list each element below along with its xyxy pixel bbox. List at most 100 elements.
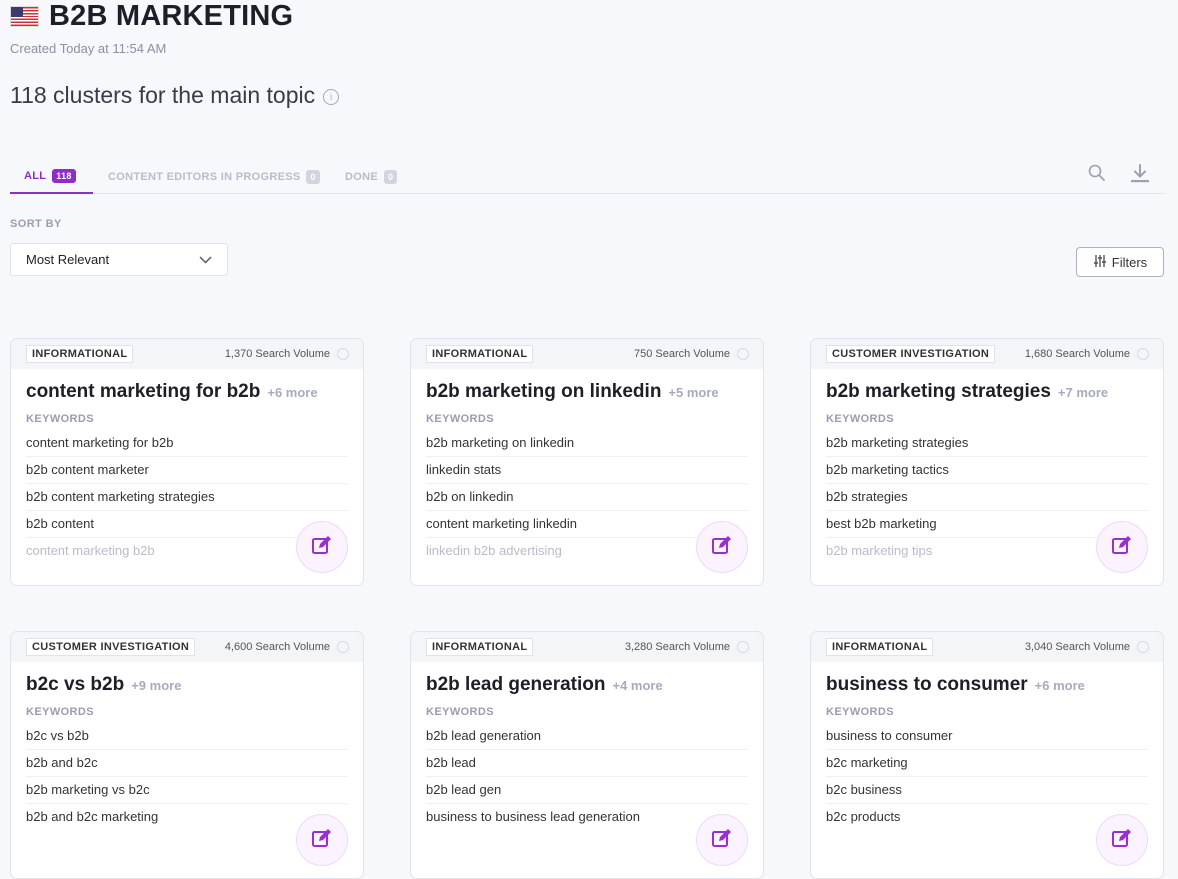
tab-done[interactable]: DONE 0 (345, 160, 398, 193)
keyword-item: b2c marketing (826, 750, 1148, 777)
edit-icon (311, 534, 333, 561)
sliders-icon (1093, 254, 1107, 271)
volume-indicator-icon (737, 348, 749, 360)
volume-indicator-icon (737, 641, 749, 653)
sort-selected-value: Most Relevant (26, 252, 110, 267)
sort-by-label: SORT BY (10, 218, 62, 230)
keyword-item: b2b lead gen (426, 777, 748, 804)
tab-label: CONTENT EDITORS IN PROGRESS (108, 170, 301, 183)
volume-indicator-icon (337, 641, 349, 653)
tab-count-badge: 118 (52, 169, 76, 183)
cluster-card[interactable]: CUSTOMER INVESTIGATION 4,600 Search Volu… (10, 631, 364, 879)
info-icon[interactable]: i (323, 88, 340, 105)
keyword-item: b2b marketing strategies (826, 430, 1148, 457)
more-keywords-count[interactable]: +9 more (131, 678, 181, 693)
search-icon[interactable] (1087, 163, 1109, 185)
cluster-title[interactable]: b2b marketing strategies (826, 381, 1051, 403)
cluster-card[interactable]: INFORMATIONAL 750 Search Volume b2b mark… (410, 338, 764, 586)
edit-cluster-button[interactable] (1096, 814, 1148, 866)
more-keywords-count[interactable]: +6 more (1035, 678, 1085, 693)
sort-select[interactable]: Most Relevant (10, 243, 228, 276)
edit-icon (1111, 827, 1133, 854)
keyword-item: b2b lead generation (426, 723, 748, 750)
cluster-title[interactable]: b2b lead generation (426, 674, 605, 696)
search-volume: 1,370 Search Volume (224, 348, 330, 360)
edit-cluster-button[interactable] (296, 521, 348, 573)
cluster-card[interactable]: INFORMATIONAL 1,370 Search Volume conten… (10, 338, 364, 586)
us-flag-icon (10, 5, 39, 27)
tab-count-badge: 0 (306, 169, 320, 184)
intent-badge: INFORMATIONAL (426, 638, 534, 656)
keyword-list: b2b lead generation b2b lead b2b lead ge… (426, 723, 748, 830)
chevron-down-icon (199, 252, 212, 267)
keywords-label: KEYWORDS (26, 706, 94, 718)
edit-cluster-button[interactable] (1096, 521, 1148, 573)
edit-cluster-button[interactable] (696, 521, 748, 573)
cluster-title[interactable]: content marketing for b2b (26, 381, 260, 403)
volume-indicator-icon (1137, 348, 1149, 360)
search-volume: 1,680 Search Volume (1024, 348, 1130, 360)
keyword-item: b2b strategies (826, 484, 1148, 511)
created-timestamp: Created Today at 11:54 AM (10, 41, 167, 56)
keyword-item: b2b content marketer (26, 457, 348, 484)
keyword-item: b2b marketing tactics (826, 457, 1148, 484)
keyword-item: b2b marketing vs b2c (26, 777, 348, 804)
tabs-bar: ALL 118 CONTENT EDITORS IN PROGRESS 0 DO… (10, 160, 1165, 194)
clusters-summary: 118 clusters for the main topic i (10, 82, 340, 109)
keywords-label: KEYWORDS (426, 706, 494, 718)
cluster-title[interactable]: b2c vs b2b (26, 674, 124, 696)
cluster-title[interactable]: business to consumer (826, 674, 1028, 696)
cluster-card[interactable]: INFORMATIONAL 3,040 Search Volume busine… (810, 631, 1164, 879)
search-volume: 3,280 Search Volume (624, 641, 730, 653)
search-volume: 3,040 Search Volume (1024, 641, 1130, 653)
edit-cluster-button[interactable] (696, 814, 748, 866)
keywords-label: KEYWORDS (826, 706, 894, 718)
search-volume: 4,600 Search Volume (224, 641, 330, 653)
more-keywords-count[interactable]: +4 more (612, 678, 662, 693)
tab-all[interactable]: ALL 118 (10, 160, 93, 194)
page-title: B2B MARKETING (49, 0, 294, 32)
keyword-item: linkedin stats (426, 457, 748, 484)
cluster-title[interactable]: b2b marketing on linkedin (426, 381, 661, 403)
volume-indicator-icon (337, 348, 349, 360)
edit-icon (1111, 534, 1133, 561)
keywords-label: KEYWORDS (826, 413, 894, 425)
cluster-card[interactable]: CUSTOMER INVESTIGATION 1,680 Search Volu… (810, 338, 1164, 586)
intent-badge: CUSTOMER INVESTIGATION (826, 345, 996, 363)
keyword-list: business to consumer b2c marketing b2c b… (826, 723, 1148, 830)
filters-button[interactable]: Filters (1076, 247, 1164, 277)
edit-icon (711, 534, 733, 561)
intent-badge: CUSTOMER INVESTIGATION (26, 638, 196, 656)
more-keywords-count[interactable]: +5 more (668, 385, 718, 400)
keyword-item: b2b marketing on linkedin (426, 430, 748, 457)
keyword-item: content marketing for b2b (26, 430, 348, 457)
more-keywords-count[interactable]: +7 more (1058, 385, 1108, 400)
download-icon[interactable] (1129, 163, 1151, 185)
search-volume: 750 Search Volume (633, 348, 730, 360)
keyword-item: b2b and b2c (26, 750, 348, 777)
filters-label: Filters (1111, 254, 1148, 270)
tab-label: ALL (24, 170, 47, 182)
edit-cluster-button[interactable] (296, 814, 348, 866)
intent-badge: INFORMATIONAL (826, 638, 934, 656)
tab-label: DONE (345, 170, 378, 183)
cluster-card[interactable]: INFORMATIONAL 3,280 Search Volume b2b le… (410, 631, 764, 879)
intent-badge: INFORMATIONAL (26, 345, 134, 363)
keyword-item: b2b on linkedin (426, 484, 748, 511)
page-header: B2B MARKETING Created Today at 11:54 AM (10, 0, 293, 56)
keyword-list: b2c vs b2b b2b and b2c b2b marketing vs … (26, 723, 348, 830)
keyword-item: b2c vs b2b (26, 723, 348, 750)
tab-count-badge: 0 (383, 169, 398, 184)
keywords-label: KEYWORDS (426, 413, 494, 425)
keyword-item: b2b lead (426, 750, 748, 777)
tab-content-editors-in-progress[interactable]: CONTENT EDITORS IN PROGRESS 0 (108, 160, 320, 193)
keyword-item: business to consumer (826, 723, 1148, 750)
volume-indicator-icon (1137, 641, 1149, 653)
intent-badge: INFORMATIONAL (426, 345, 534, 363)
keyword-item: b2c business (826, 777, 1148, 804)
edit-icon (711, 827, 733, 854)
keyword-item: b2b content marketing strategies (26, 484, 348, 511)
more-keywords-count[interactable]: +6 more (267, 385, 317, 400)
clusters-count-text: 118 clusters for the main topic (10, 82, 316, 108)
edit-icon (311, 827, 333, 854)
